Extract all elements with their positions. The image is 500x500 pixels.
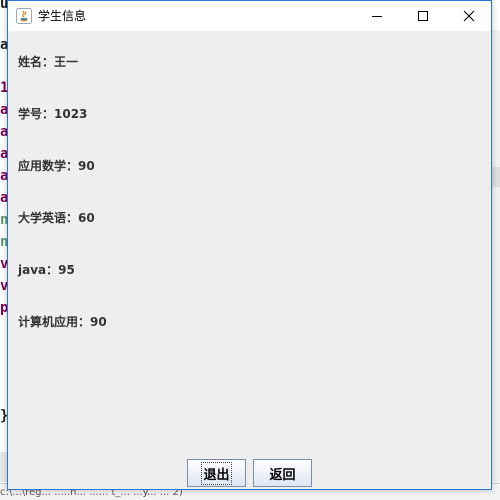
content-panel: 姓名：王一 学号：1023 应用数学：90 大学英语：60 java：95 计算… (8, 31, 491, 489)
maximize-icon (418, 11, 428, 21)
minimize-icon (372, 16, 382, 17)
back-button-label: 返回 (269, 467, 296, 483)
exit-button[interactable]: 退出 (187, 459, 246, 487)
name-label: 姓名：王一 (18, 55, 79, 69)
close-button[interactable] (446, 1, 492, 31)
student-id-label: 学号：1023 (18, 107, 88, 121)
window-title: 学生信息 (38, 9, 87, 23)
back-button[interactable]: 返回 (253, 459, 312, 487)
maximize-button[interactable] (400, 1, 446, 31)
student-info-window: 学生信息 姓名：王一 学号：1023 应用数学：90 大学英语：60 java：… (7, 0, 492, 490)
editor-scroll-marker (492, 167, 500, 187)
java-app-icon[interactable] (16, 8, 32, 24)
computer-app-score-label: 计算机应用：90 (18, 315, 107, 329)
exit-button-label: 退出 (201, 461, 232, 485)
screen: u a 1 a a a a a n n v v p } c:\...\reg..… (0, 0, 500, 500)
java-score-label: java：95 (18, 263, 75, 277)
title-bar[interactable]: 学生信息 (8, 1, 491, 31)
math-score-label: 应用数学：90 (18, 159, 95, 173)
editor-scrollbar-strip (492, 30, 500, 485)
minimize-button[interactable] (354, 1, 400, 31)
close-icon (463, 10, 475, 22)
english-score-label: 大学英语：60 (18, 211, 95, 225)
